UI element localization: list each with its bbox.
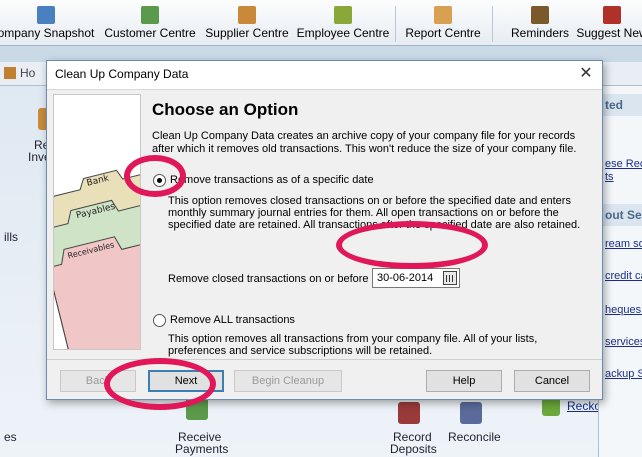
highlight-date-circle <box>336 221 488 269</box>
home-icon <box>4 67 16 79</box>
bankdata-icon <box>542 398 560 416</box>
help-button[interactable]: Help <box>426 370 502 392</box>
remove-all-label[interactable]: Remove ALL transactions <box>170 314 295 326</box>
supplier-centre-icon <box>238 6 256 24</box>
highlight-next-circle <box>104 358 216 410</box>
employee-centre-label: Employee Centre <box>296 26 390 40</box>
toolbar-separator <box>395 6 396 42</box>
file-folders-icon: Bank Payables Receivables <box>54 169 140 349</box>
customer-centre-label: Customer Centre <box>104 26 196 40</box>
right-panel-link-6[interactable]: ackup S <box>605 368 642 380</box>
record-deposits-label-2: Deposits <box>390 442 437 456</box>
begin-cleanup-button[interactable]: Begin Cleanup <box>234 370 342 392</box>
sales-label: es <box>4 430 17 444</box>
bills-label: ills <box>4 230 18 244</box>
reminders-button[interactable]: Reminders <box>506 0 574 46</box>
dialog-title-bar: Clean Up Company Data <box>47 61 602 89</box>
date-field-label: Remove closed transactions on or before <box>168 273 369 285</box>
right-panel-link-2[interactable]: ream so <box>605 238 642 250</box>
remove-as-of-date-label[interactable]: Remove transactions as of a specific dat… <box>170 174 374 186</box>
employee-centre-icon <box>334 6 352 24</box>
toolbar-separator <box>492 6 493 42</box>
reconcile-icon[interactable] <box>460 402 482 424</box>
suggest-new-button[interactable]: Suggest New <box>575 0 642 46</box>
close-icon[interactable]: ✕ <box>576 65 596 83</box>
home-tab-label: Ho <box>20 66 36 80</box>
right-panel-link-4[interactable]: heques a <box>605 304 642 316</box>
home-tab[interactable]: Ho <box>4 66 35 80</box>
dialog-body: Bank Payables Receivables Choose an Opti… <box>47 89 602 359</box>
dialog-description: Clean Up Company Data creates an archive… <box>152 130 577 155</box>
right-panel-header-1: ted <box>599 94 642 116</box>
report-centre-icon <box>434 6 452 24</box>
reconcile-label: Reconcile <box>448 430 501 444</box>
company-snapshot-label: ompany Snapshot <box>0 26 95 40</box>
company-snapshot-icon <box>37 6 55 24</box>
right-panel-header-2: out Se <box>599 204 642 226</box>
cleanup-date-value: 30-06-2014 <box>377 272 434 284</box>
suggest-new-label: Suggest New <box>576 26 642 40</box>
remove-all-description: This option removes all transactions fro… <box>168 333 538 357</box>
company-snapshot-button[interactable]: ompany Snapshot <box>0 0 96 46</box>
reminders-icon <box>531 6 549 24</box>
report-centre-label: Report Centre <box>405 26 481 40</box>
clean-up-company-data-dialog: Clean Up Company Data ✕ Bank Payables Re… <box>46 60 603 400</box>
employee-centre-button[interactable]: Employee Centre <box>296 0 390 46</box>
highlight-radio-circle <box>124 155 186 197</box>
record-deposits-icon[interactable] <box>398 402 420 424</box>
right-panel-link-3[interactable]: credit ca <box>605 270 642 282</box>
reminders-label: Reminders <box>510 26 570 40</box>
main-toolbar: ompany Snapshot Customer Centre Supplier… <box>0 0 642 46</box>
right-info-panel: ted ese Reck ts out Se ream so credit ca… <box>598 86 642 457</box>
calendar-icon[interactable] <box>443 271 457 285</box>
cleanup-date-field[interactable]: 30-06-2014 <box>372 268 460 288</box>
right-panel-link-1b[interactable]: ts <box>605 171 614 183</box>
supplier-centre-button[interactable]: Supplier Centre <box>203 0 291 46</box>
dialog-heading: Choose an Option <box>152 100 299 119</box>
receive-payments-label-2: Payments <box>175 442 229 456</box>
suggest-new-icon <box>603 6 621 24</box>
folders-illustration: Bank Payables Receivables <box>53 94 141 350</box>
cancel-button[interactable]: Cancel <box>514 370 590 392</box>
remove-all-radio[interactable] <box>153 314 166 327</box>
supplier-centre-label: Supplier Centre <box>205 26 289 40</box>
customer-centre-icon <box>141 6 159 24</box>
dialog-title: Clean Up Company Data <box>55 67 189 81</box>
customer-centre-button[interactable]: Customer Centre <box>102 0 198 46</box>
right-panel-link-5[interactable]: services <box>605 336 642 348</box>
report-centre-button[interactable]: Report Centre <box>401 0 485 46</box>
right-panel-link-1[interactable]: ese Reck <box>605 158 642 170</box>
